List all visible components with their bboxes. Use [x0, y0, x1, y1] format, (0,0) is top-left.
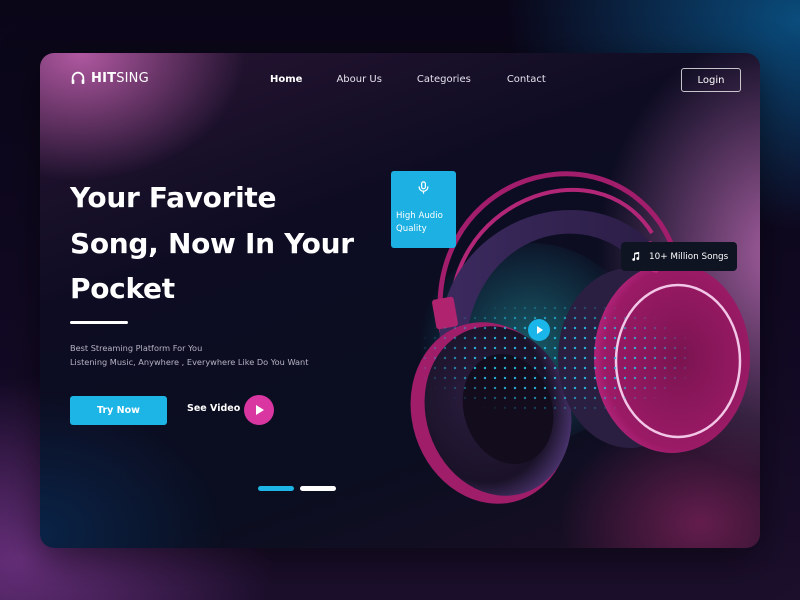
hero-title: Your Favorite Song, Now In Your Pocket: [70, 175, 370, 312]
hero-title-line: Pocket: [70, 272, 175, 305]
hero-title-line: Your Favorite: [70, 181, 277, 214]
try-now-button[interactable]: Try Now: [70, 396, 167, 425]
hero-subtitle-line: Best Streaming Platform For You: [70, 343, 203, 353]
nav-home[interactable]: Home: [270, 74, 302, 85]
hero-subtitle-line: Listening Music, Anywhere , Everywhere L…: [70, 357, 309, 367]
dot-pattern: [420, 303, 690, 413]
music-note-icon: [632, 251, 640, 261]
microphone-icon: [418, 181, 429, 194]
landing-card: HITSING Home Abour Us Categories Contact…: [40, 53, 760, 548]
carousel-dot[interactable]: [300, 486, 336, 491]
high-audio-quality-badge: High Audio Quality: [391, 171, 456, 248]
nav-contact[interactable]: Contact: [507, 74, 546, 85]
badge-line: High Audio: [396, 211, 443, 221]
brand-name-bold: HIT: [91, 70, 117, 86]
title-underline-divider: [70, 321, 128, 324]
main-nav: Home Abour Us Categories Contact: [270, 74, 546, 85]
see-video-play-button[interactable]: [244, 395, 274, 425]
million-songs-badge: 10+ Million Songs: [621, 242, 737, 271]
brand-name-regular: SING: [116, 70, 149, 86]
see-video-link[interactable]: See Video: [187, 403, 240, 414]
brand-logo[interactable]: HITSING: [70, 70, 149, 86]
login-button[interactable]: Login: [681, 68, 741, 92]
carousel-indicators: [258, 486, 336, 491]
high-audio-quality-label: High Audio Quality: [396, 210, 443, 236]
headphones-photo: [360, 103, 760, 548]
million-songs-label: 10+ Million Songs: [649, 251, 729, 262]
media-play-button[interactable]: [528, 319, 550, 341]
headphones-icon: [71, 71, 85, 84]
carousel-dot-active[interactable]: [258, 486, 294, 491]
play-icon: [256, 405, 264, 415]
play-icon: [536, 326, 543, 334]
hero-title-line: Song, Now In Your: [70, 226, 354, 260]
badge-line: Quality: [396, 224, 427, 234]
nav-categories[interactable]: Categories: [417, 74, 471, 85]
nav-about-us[interactable]: Abour Us: [336, 74, 381, 85]
brand-name: HITSING: [91, 71, 149, 86]
hero-subtitle: Best Streaming Platform For You Listenin…: [70, 341, 308, 369]
